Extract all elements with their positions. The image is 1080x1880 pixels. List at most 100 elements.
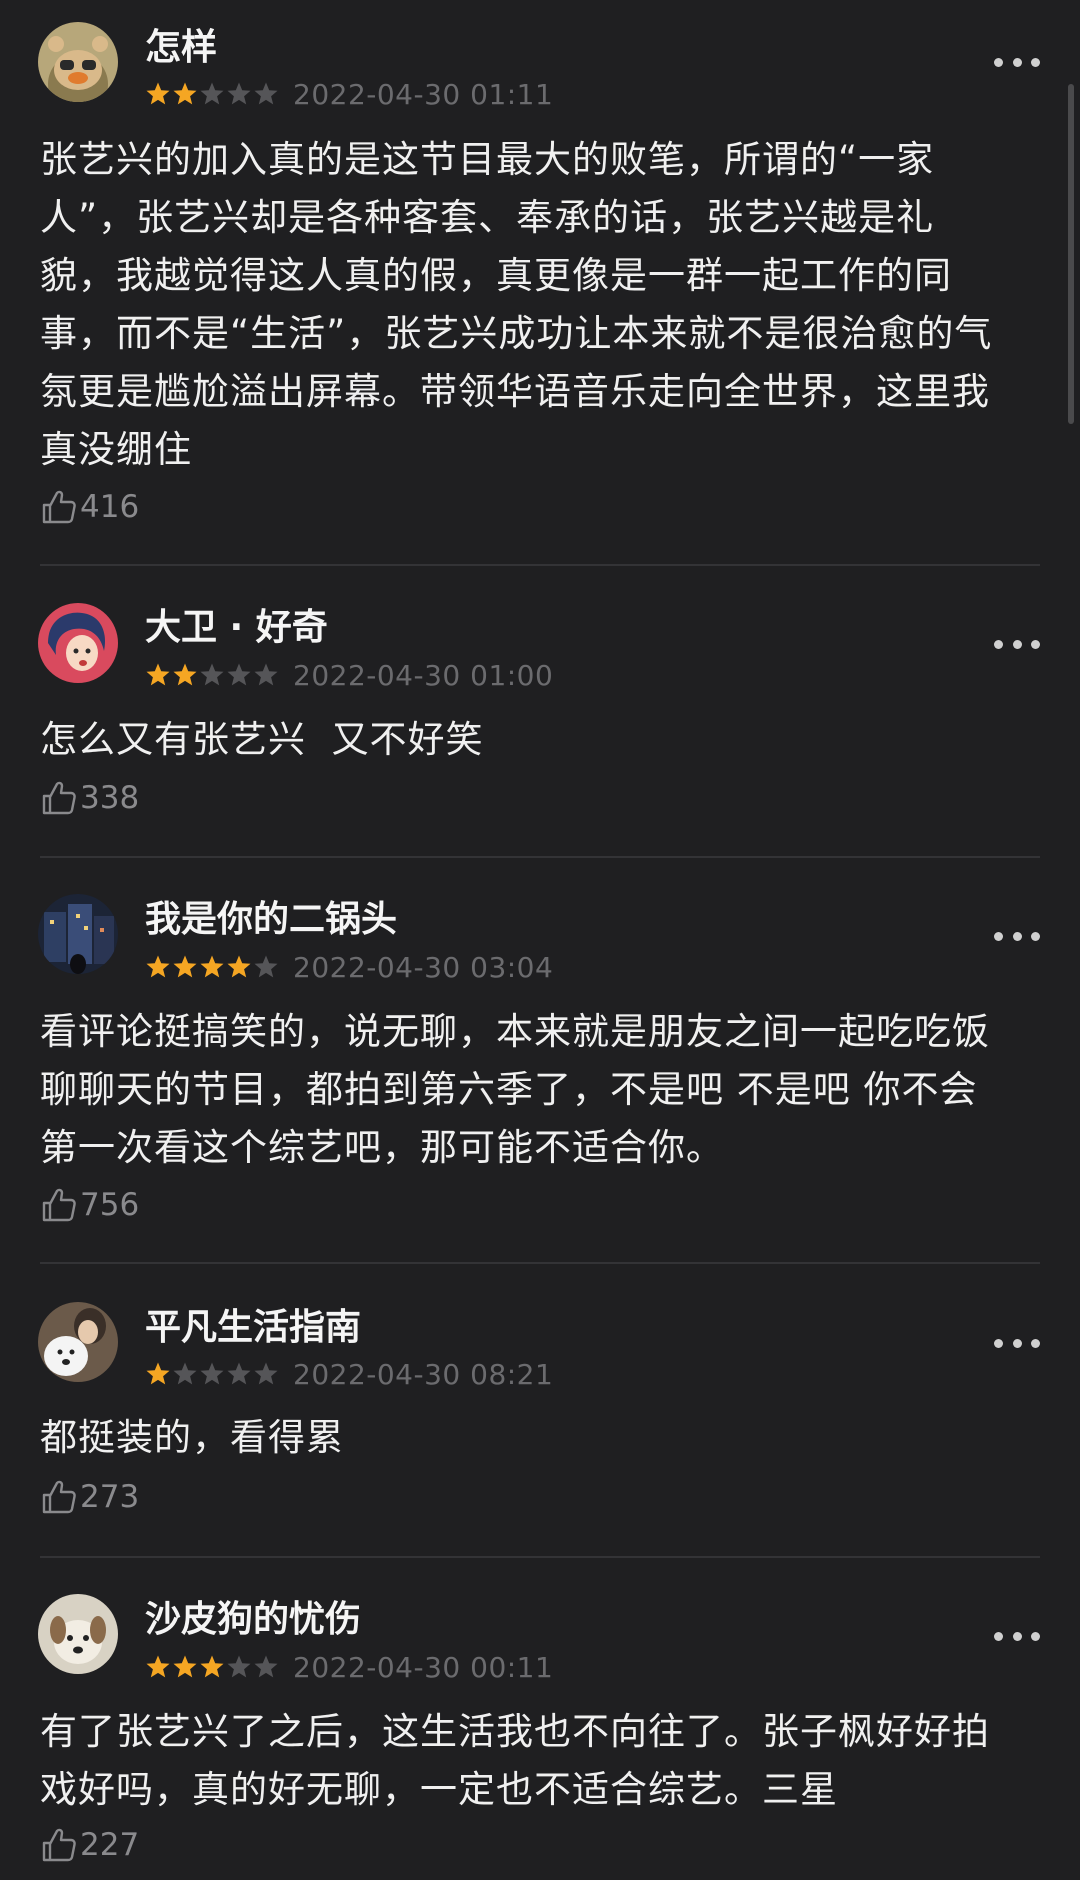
divider <box>40 856 1040 858</box>
dot-icon <box>1031 1338 1040 1348</box>
timestamp: 2022-04-30 00:11 <box>293 1650 554 1684</box>
like-count: 338 <box>80 780 140 816</box>
avatar[interactable] <box>38 22 118 102</box>
star-rating <box>145 1654 279 1680</box>
rating-row: 2022-04-30 03:04 <box>145 950 554 984</box>
more-options-button[interactable] <box>994 54 1040 70</box>
divider <box>40 1556 1040 1558</box>
star-filled-icon <box>200 955 224 978</box>
thumbs-up-icon <box>42 1188 76 1222</box>
like-button[interactable]: 756 <box>40 1185 139 1225</box>
dot-icon <box>1012 931 1022 941</box>
dot-icon <box>1031 57 1040 67</box>
star-empty-icon <box>200 1362 224 1385</box>
star-empty-icon <box>227 1362 251 1385</box>
scrollbar[interactable] <box>1068 84 1074 424</box>
avatar[interactable] <box>38 1594 118 1674</box>
star-filled-icon <box>173 82 197 105</box>
rating-row: 2022-04-30 01:00 <box>145 658 554 692</box>
thumbs-up-icon <box>42 781 76 815</box>
username[interactable]: 沙皮狗的忧伤 <box>145 1602 361 1638</box>
username[interactable]: 怎样 <box>145 30 217 66</box>
dot-icon <box>1012 639 1022 649</box>
cartoon-bear-avatar-icon <box>38 22 118 102</box>
avatar[interactable] <box>38 894 118 974</box>
dot-icon <box>1012 57 1022 67</box>
night-street-avatar-icon <box>38 894 118 974</box>
star-filled-icon <box>146 663 170 686</box>
anime-girl-avatar-icon <box>38 603 118 683</box>
star-empty-icon <box>227 663 251 686</box>
star-empty-icon <box>254 663 278 686</box>
star-filled-icon <box>146 1362 170 1385</box>
dot-icon <box>994 931 1003 941</box>
like-count: 756 <box>80 1187 140 1223</box>
comment-text: 看评论挺搞笑的，说无聊，本来就是朋友之间一起吃吃饭 聊聊天的节目，都拍到第六季了… <box>40 1010 990 1169</box>
more-options-button[interactable] <box>994 928 1040 944</box>
star-empty-icon <box>254 1362 278 1385</box>
star-filled-icon <box>146 82 170 105</box>
star-rating <box>145 81 279 107</box>
rating-row: 2022-04-30 08:21 <box>145 1357 554 1391</box>
star-filled-icon <box>146 955 170 978</box>
dot-icon <box>1031 1631 1040 1641</box>
dot-icon <box>994 1338 1003 1348</box>
divider <box>40 1262 1040 1264</box>
star-filled-icon <box>173 1655 197 1678</box>
more-options-button[interactable] <box>994 1628 1040 1644</box>
rating-row: 2022-04-30 01:11 <box>145 77 554 111</box>
timestamp: 2022-04-30 03:04 <box>293 950 554 984</box>
thumbs-up-icon <box>42 490 76 524</box>
comment-text: 有了张艺兴了之后，这生活我也不向往了。张子枫好好拍 戏好吗，真的好无聊，一定也不… <box>40 1710 990 1811</box>
dot-icon <box>994 57 1003 67</box>
dot-icon <box>994 639 1003 649</box>
star-empty-icon <box>200 663 224 686</box>
star-empty-icon <box>200 82 224 105</box>
star-rating <box>145 954 279 980</box>
comment-text: 怎么又有张艺兴 又不好笑 <box>40 718 484 761</box>
star-empty-icon <box>254 1655 278 1678</box>
divider <box>40 564 1040 566</box>
star-empty-icon <box>254 82 278 105</box>
like-count: 416 <box>80 489 140 525</box>
puppy-avatar-icon <box>38 1594 118 1674</box>
star-filled-icon <box>227 955 251 978</box>
star-empty-icon <box>227 1655 251 1678</box>
username[interactable]: 我是你的二锅头 <box>145 902 397 938</box>
star-empty-icon <box>254 955 278 978</box>
dot-icon <box>1012 1631 1022 1641</box>
username[interactable]: 平凡生活指南 <box>145 1310 361 1346</box>
dot-icon <box>994 1631 1003 1641</box>
dog-photo-avatar-icon <box>38 1302 118 1382</box>
star-rating <box>145 662 279 688</box>
comment-text: 张艺兴的加入真的是这节目最大的败笔，所谓的“一家 人”，张艺兴却是各种客套、奉承… <box>40 138 993 471</box>
timestamp: 2022-04-30 01:00 <box>293 658 554 692</box>
username[interactable]: 大卫 · 好奇 <box>145 610 328 646</box>
like-button[interactable]: 416 <box>40 487 139 527</box>
star-empty-icon <box>227 82 251 105</box>
like-button[interactable]: 273 <box>40 1477 139 1517</box>
star-filled-icon <box>173 663 197 686</box>
rating-row: 2022-04-30 00:11 <box>145 1650 554 1684</box>
dot-icon <box>1031 639 1040 649</box>
star-filled-icon <box>146 1655 170 1678</box>
star-empty-icon <box>173 1362 197 1385</box>
star-filled-icon <box>173 955 197 978</box>
star-filled-icon <box>200 1655 224 1678</box>
like-button[interactable]: 338 <box>40 778 139 818</box>
star-rating <box>145 1361 279 1387</box>
thumbs-up-icon <box>42 1480 76 1514</box>
thumbs-up-icon <box>42 1828 76 1862</box>
like-button[interactable]: 227 <box>40 1825 139 1865</box>
timestamp: 2022-04-30 01:11 <box>293 77 554 111</box>
dot-icon <box>1031 931 1040 941</box>
like-count: 273 <box>80 1479 140 1515</box>
dot-icon <box>1012 1338 1022 1348</box>
comment-text: 都挺装的，看得累 <box>40 1416 344 1459</box>
more-options-button[interactable] <box>994 1335 1040 1351</box>
more-options-button[interactable] <box>994 636 1040 652</box>
timestamp: 2022-04-30 08:21 <box>293 1357 554 1391</box>
avatar[interactable] <box>38 1302 118 1382</box>
like-count: 227 <box>80 1827 140 1863</box>
avatar[interactable] <box>38 603 118 683</box>
